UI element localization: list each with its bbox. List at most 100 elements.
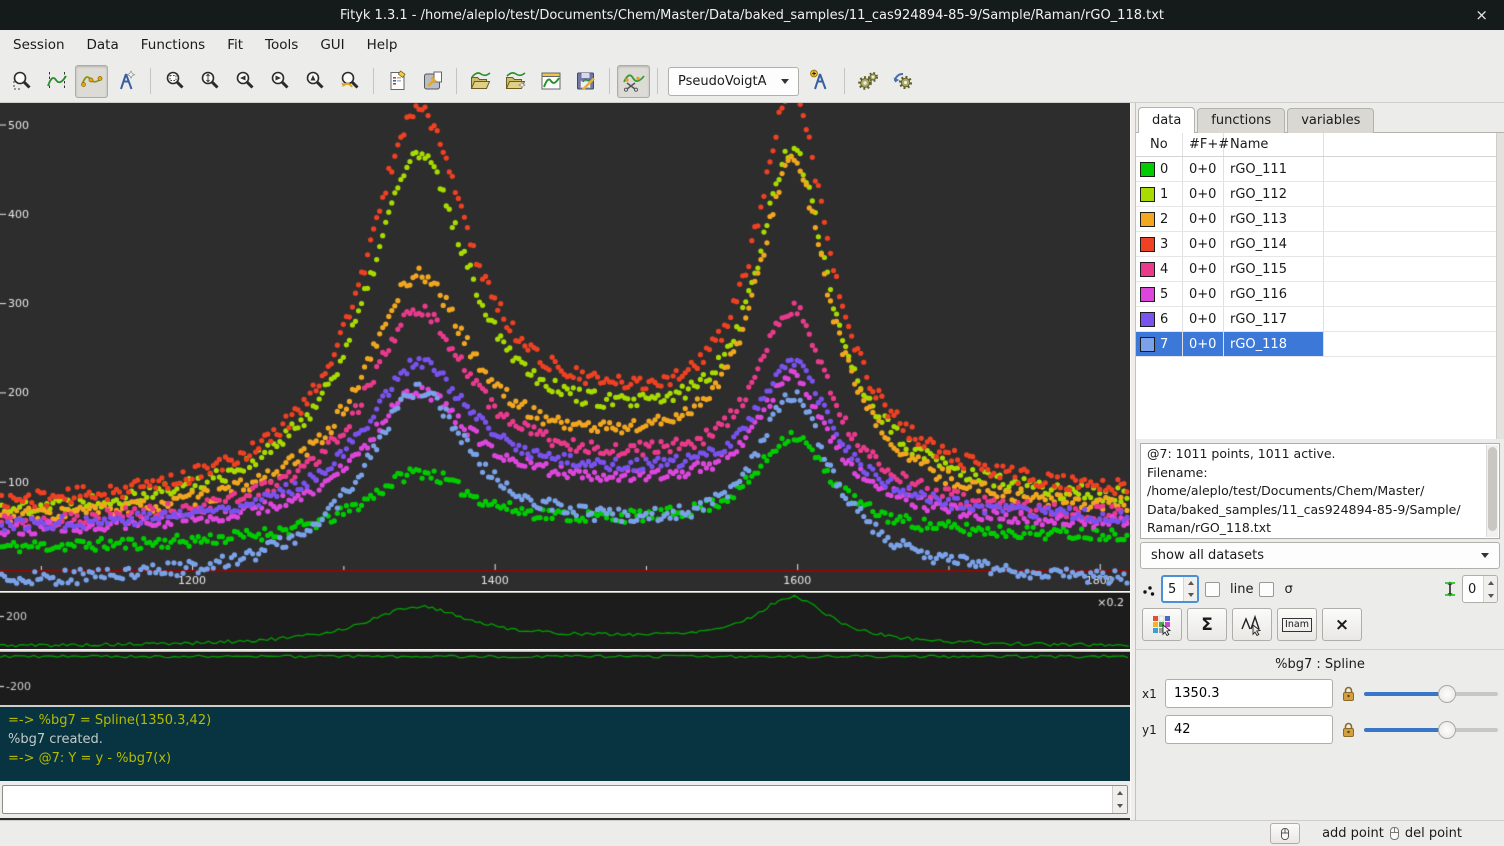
y1-input[interactable]	[1165, 715, 1333, 744]
menu-item-data[interactable]: Data	[76, 32, 130, 58]
menu-item-functions[interactable]: Functions	[130, 32, 216, 58]
arrow-down-icon	[1188, 593, 1194, 597]
show-datasets-value: show all datasets	[1151, 548, 1264, 563]
zoom-previous-button[interactable]	[333, 65, 366, 98]
slider-track[interactable]	[1364, 692, 1498, 696]
y1-label: y1	[1142, 723, 1158, 737]
zoom-right-button[interactable]	[263, 65, 296, 98]
dataset-row-rGO_111[interactable]: 00+0rGO_111	[1136, 157, 1504, 182]
dataset-colors-button[interactable]	[1142, 608, 1182, 641]
info-scrollbar-thumb[interactable]	[1488, 447, 1497, 531]
slider-knob[interactable]	[1438, 685, 1456, 703]
tab-data[interactable]: data	[1138, 107, 1195, 133]
dataset-no-cell: 4	[1136, 257, 1183, 281]
baseline-mode-button[interactable]	[75, 65, 108, 98]
undo-fit-button[interactable]	[887, 65, 920, 98]
strip-background-button[interactable]	[617, 65, 650, 98]
slider-knob[interactable]	[1438, 721, 1456, 739]
close-button[interactable]: ×	[1469, 0, 1494, 30]
rename-dataset-button[interactable]: Inam	[1277, 608, 1317, 641]
aux-plot-2-canvas[interactable]	[0, 652, 1130, 705]
dataset-name-cell: rGO_111	[1224, 157, 1324, 181]
menu-item-session[interactable]: Session	[2, 32, 76, 58]
plot-column: =-> %bg7 = Spline(1350.3,42)%bg7 created…	[0, 103, 1130, 820]
dataset-color-swatch[interactable]	[1140, 337, 1155, 352]
dataset-ff-cell: 0+0	[1183, 182, 1224, 206]
history-down-button[interactable]	[1113, 800, 1127, 814]
point-size-spinner[interactable]: 5	[1161, 575, 1199, 603]
data-range-mode-button[interactable]	[40, 65, 73, 98]
line-checkbox-label: line	[1230, 582, 1253, 597]
tab-functions[interactable]: functions	[1197, 108, 1285, 133]
dataset-color-swatch[interactable]	[1140, 262, 1155, 277]
line-checkbox[interactable]	[1205, 582, 1220, 597]
y1-slider[interactable]	[1364, 721, 1498, 739]
mouse-icon	[1278, 827, 1292, 841]
spinner-arrows[interactable]	[1483, 576, 1497, 602]
delete-dataset-button[interactable]: ×	[1322, 608, 1362, 641]
dataset-row-rGO_116[interactable]: 50+0rGO_116	[1136, 282, 1504, 307]
data-fullview-button[interactable]	[534, 65, 567, 98]
dataset-color-swatch[interactable]	[1140, 287, 1155, 302]
zoom-left-button[interactable]	[228, 65, 261, 98]
auto-add-peak-button[interactable]	[804, 65, 837, 98]
run-fit-icon	[856, 69, 880, 93]
data-shift-spinner[interactable]: 0	[1462, 575, 1498, 603]
menu-item-fit[interactable]: Fit	[216, 32, 254, 58]
dataset-color-swatch[interactable]	[1140, 212, 1155, 227]
spinner-arrows[interactable]	[1183, 577, 1197, 601]
x1-input[interactable]	[1165, 679, 1333, 708]
fityk-window: Fityk 1.3.1 - /home/aleplo/test/Document…	[0, 0, 1504, 846]
dataset-color-swatch[interactable]	[1140, 162, 1155, 177]
x1-slider[interactable]	[1364, 685, 1498, 703]
zoom-all-button[interactable]	[158, 65, 191, 98]
command-input[interactable]	[3, 786, 1112, 813]
dataset-row-rGO_117[interactable]: 60+0rGO_117	[1136, 307, 1504, 332]
dataset-color-swatch[interactable]	[1140, 187, 1155, 202]
dataset-no-cell: 6	[1136, 307, 1183, 331]
zoom-mode-button[interactable]	[5, 65, 38, 98]
menu-item-tools[interactable]: Tools	[254, 32, 309, 58]
toolbar-separator	[609, 68, 610, 94]
show-datasets-dropdown[interactable]: show all datasets	[1140, 542, 1500, 569]
dataset-color-swatch[interactable]	[1140, 312, 1155, 327]
dataset-color-swatch[interactable]	[1140, 237, 1155, 252]
toolbar-separator	[373, 68, 374, 94]
history-up-button[interactable]	[1113, 786, 1127, 800]
dataset-table-scrollbar[interactable]	[1496, 133, 1504, 439]
sum-datasets-button[interactable]: Σ	[1187, 608, 1227, 641]
zoom-up-button[interactable]	[298, 65, 331, 98]
function-type-value: PseudoVoigtA	[678, 74, 767, 89]
main-plot-canvas[interactable]	[0, 103, 1130, 591]
dataset-row-rGO_118[interactable]: 70+0rGO_118	[1136, 332, 1504, 357]
edit-functions-button[interactable]	[1232, 608, 1272, 641]
menu-item-gui[interactable]: GUI	[309, 32, 355, 58]
load-data-button[interactable]	[464, 65, 497, 98]
dataset-row-rGO_113[interactable]: 20+0rGO_113	[1136, 207, 1504, 232]
execute-script-button[interactable]	[416, 65, 449, 98]
lock-icon[interactable]	[1340, 721, 1357, 738]
tab-variables[interactable]: variables	[1287, 108, 1374, 133]
function-type-combobox[interactable]: PseudoVoigtA	[668, 67, 799, 96]
mouse-icon	[1388, 826, 1401, 841]
menu-item-help[interactable]: Help	[356, 32, 409, 58]
info-scrollbar[interactable]	[1486, 445, 1498, 537]
aux-plot-1-canvas[interactable]	[0, 593, 1130, 649]
load-data-custom-button[interactable]	[499, 65, 532, 98]
slider-track[interactable]	[1364, 728, 1498, 732]
data-editor-button[interactable]	[569, 65, 602, 98]
dataset-row-rGO_112[interactable]: 10+0rGO_112	[1136, 182, 1504, 207]
dataset-row-rGO_115[interactable]: 40+0rGO_115	[1136, 257, 1504, 282]
add-peak-mode-button[interactable]	[110, 65, 143, 98]
mouse-hint-button[interactable]	[1270, 823, 1300, 844]
script-editor-button[interactable]	[381, 65, 414, 98]
zoom-up-icon	[303, 69, 327, 93]
dataset-name-cell: rGO_113	[1224, 207, 1324, 231]
rename-label: Inam	[1282, 618, 1312, 632]
sigma-checkbox[interactable]	[1259, 582, 1274, 597]
lock-icon[interactable]	[1340, 685, 1357, 702]
zoom-vertical-button[interactable]	[193, 65, 226, 98]
run-fit-button[interactable]	[852, 65, 885, 98]
dataset-ff-cell: 0+0	[1183, 207, 1224, 231]
dataset-row-rGO_114[interactable]: 30+0rGO_114	[1136, 232, 1504, 257]
